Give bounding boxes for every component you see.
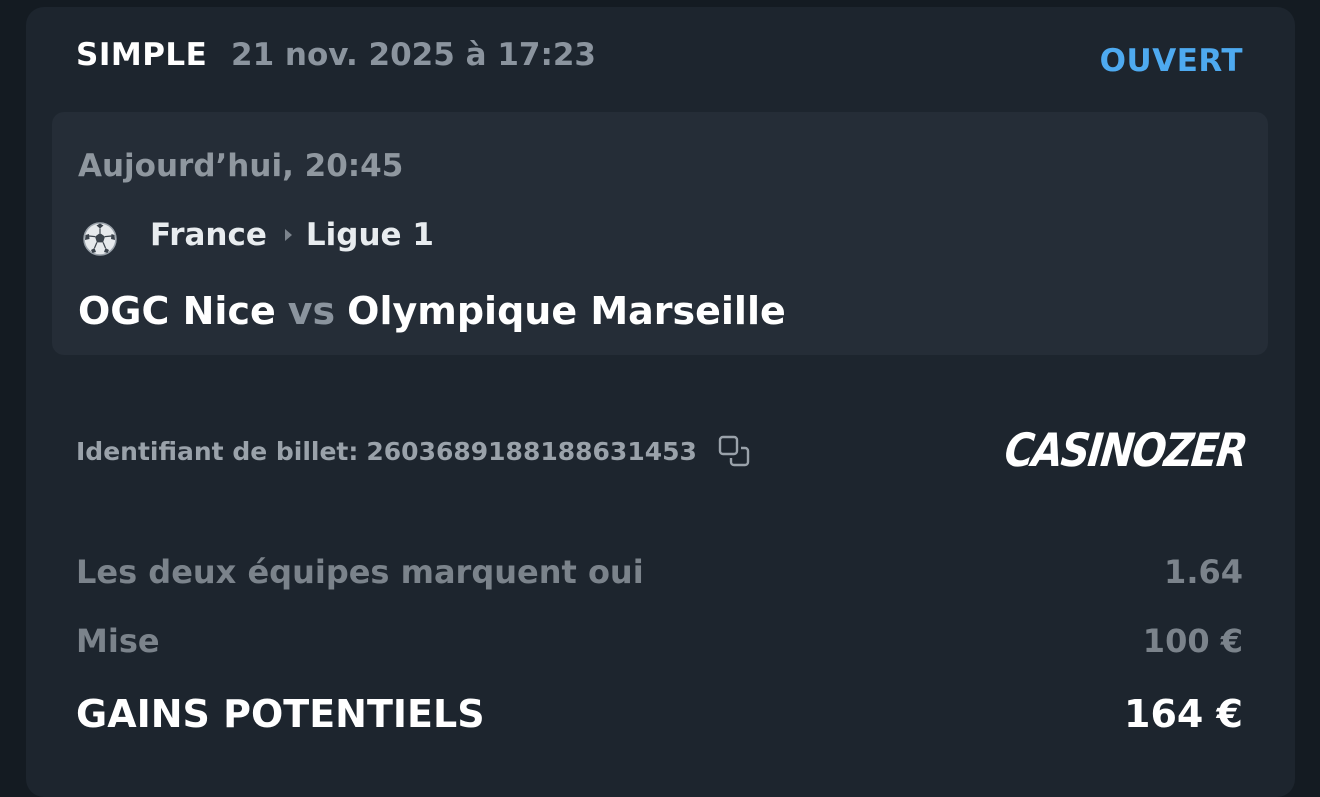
soccer-ball-icon	[83, 222, 117, 256]
vs-separator: vs	[287, 289, 336, 333]
selection-label: Les deux équipes marquent oui	[76, 553, 644, 591]
match-title: OGC Nice vs Olympique Marseille	[78, 289, 786, 333]
ticket-id-row: Identifiant de billet: 26036891881886314…	[76, 434, 751, 468]
stake-label: Mise	[76, 622, 160, 660]
selection-odds: 1.64	[1164, 553, 1243, 591]
potential-gains-value: 164 €	[1124, 692, 1243, 736]
stake-value: 100 €	[1142, 622, 1243, 660]
potential-gains-label: GAINS POTENTIELS	[76, 692, 485, 736]
away-team: Olympique Marseille	[347, 289, 786, 333]
casinozer-logo-text: CASINOZER	[1002, 424, 1249, 478]
chevron-right-icon	[284, 229, 292, 241]
casinozer-logo: CASINOZER	[1002, 425, 1248, 478]
bet-type-label: SIMPLE	[76, 37, 208, 73]
selection-row: Les deux équipes marquent oui 1.64	[76, 553, 1243, 591]
event-start-time: Aujourd’hui, 20:45	[78, 148, 404, 184]
bet-placed-date: 21 nov. 2025 à 17:23	[231, 37, 597, 73]
ticket-id-value: 2603689188188631453	[366, 436, 697, 466]
stake-row: Mise 100 €	[76, 622, 1243, 660]
country-label: France	[150, 217, 267, 253]
league-label: Ligue 1	[305, 217, 434, 253]
event-info-box[interactable]: Aujourd’hui, 20:45 France Ligue 1 OGC Ni…	[52, 112, 1268, 355]
home-team: OGC Nice	[78, 289, 276, 333]
copy-icon[interactable]	[717, 434, 751, 468]
bet-ticket-card: SIMPLE 21 nov. 2025 à 17:23 OUVERT Aujou…	[26, 7, 1295, 797]
bet-status-badge: OUVERT	[1099, 43, 1243, 79]
potential-gains-row: GAINS POTENTIELS 164 €	[76, 692, 1243, 736]
league-breadcrumb: France Ligue 1	[150, 217, 434, 253]
ticket-id-label: Identifiant de billet:	[76, 436, 359, 466]
